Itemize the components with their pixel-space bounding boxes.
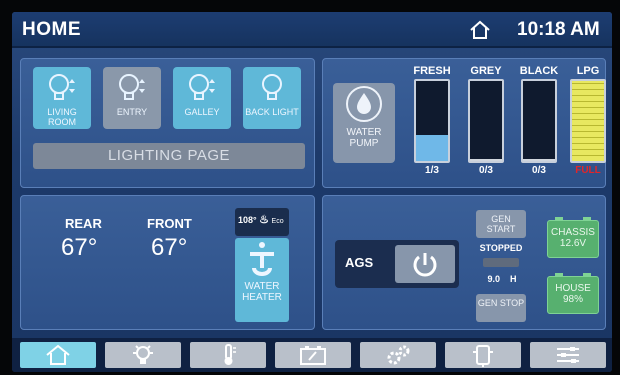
light-bulb-icon: [133, 345, 153, 364]
battery-icon: [300, 346, 326, 365]
tank-name: FRESH: [413, 65, 451, 77]
ags-control: AGS: [335, 240, 459, 288]
eco-icon: ♨: [259, 214, 270, 226]
nav-lighting[interactable]: [105, 342, 181, 368]
water-heater-button[interactable]: WATER HEATER: [235, 238, 289, 322]
water-heater-temp: 108°: [238, 215, 257, 225]
light-label: ENTRY: [116, 107, 148, 117]
light-button-galley[interactable]: GALLEY: [173, 67, 231, 129]
screen: HOME 10:18 AM LIVING ROOM ENTRY GALLEY B…: [12, 12, 612, 372]
nav-pump[interactable]: [445, 342, 521, 368]
rear-zone-label: REAR: [65, 216, 102, 231]
bottom-nav: [12, 338, 612, 372]
tank-gauge: [468, 79, 504, 163]
tank-lpg: LPG FULL: [567, 65, 609, 176]
tank-name: GREY: [470, 65, 502, 77]
light-bulb-icon: [119, 74, 145, 100]
ags-power-button[interactable]: [395, 245, 455, 283]
house-charge: 98%: [562, 294, 583, 305]
tank-gauge: [414, 79, 450, 163]
rear-temperature[interactable]: 67°: [61, 234, 97, 262]
chassis-voltage: 12.6V: [559, 238, 587, 249]
nav-climate[interactable]: [190, 342, 266, 368]
light-bulb-icon: [262, 74, 282, 100]
tank-level: 0/3: [479, 165, 493, 176]
house-label: HOUSE: [555, 283, 591, 294]
light-button-back-light[interactable]: BACK LIGHT: [243, 67, 301, 129]
front-temperature[interactable]: 67°: [151, 234, 187, 262]
light-label: GALLEY: [184, 107, 220, 117]
nav-home[interactable]: [20, 342, 96, 368]
water-heater-mode: Eco: [271, 218, 284, 225]
hours-unit: H: [510, 274, 517, 284]
house-battery: HOUSE 98%: [547, 273, 599, 314]
tank-gauge: [521, 79, 557, 163]
light-bulb-icon: [49, 74, 75, 100]
tanks-panel: WATER PUMP FRESH 1/3 GREY 0/3 BLACK 0/3 …: [322, 58, 606, 188]
tank-level: 0/3: [532, 165, 546, 176]
tank-level: FULL: [575, 165, 601, 176]
tank-name: LPG: [576, 65, 600, 77]
light-button-living-room[interactable]: LIVING ROOM: [33, 67, 91, 129]
home-icon[interactable]: [469, 20, 491, 40]
home-icon: [46, 344, 70, 365]
light-label: LIVING ROOM: [47, 107, 77, 127]
light-button-entry[interactable]: ENTRY: [103, 67, 161, 129]
water-heater-label: WATER HEATER: [242, 281, 282, 303]
chassis-battery: CHASSIS 12.6V: [547, 217, 599, 258]
climate-panel: REAR 67° FRONT 67° 108° ♨ Eco WATER HEAT…: [20, 195, 315, 330]
hours-value: 9.0: [487, 274, 500, 284]
light-label: BACK LIGHT: [245, 107, 299, 117]
generator-hours: 9.0 H: [473, 274, 531, 284]
water-heater-setting: 108° ♨ Eco: [235, 208, 289, 236]
tank-fresh: FRESH 1/3: [411, 65, 453, 176]
tank-fill: [572, 81, 604, 161]
tank-fill: [523, 158, 555, 161]
power-icon: [413, 253, 437, 277]
gears-icon: [387, 345, 410, 365]
light-bulb-icon: [189, 74, 215, 100]
thermometer-icon: [224, 344, 236, 365]
lighting-page-button[interactable]: LIGHTING PAGE: [33, 143, 305, 169]
tank-name: BLACK: [519, 65, 559, 77]
nav-devices[interactable]: [360, 342, 436, 368]
lighting-panel: LIVING ROOM ENTRY GALLEY BACK LIGHT LIGH…: [20, 58, 315, 188]
tank-level: 1/3: [425, 165, 439, 176]
nav-settings[interactable]: [530, 342, 606, 368]
page-title: HOME: [22, 19, 81, 40]
tank-grey: GREY 0/3: [465, 65, 507, 176]
settings-sliders-icon: [557, 347, 579, 363]
ags-label: AGS: [345, 255, 374, 270]
gen-stop-button[interactable]: GEN STOP: [476, 294, 526, 322]
tank-fill: [416, 134, 448, 161]
gen-start-button[interactable]: GEN START: [476, 210, 526, 238]
water-pump-label: WATER PUMP: [346, 127, 382, 149]
tank-fill: [470, 158, 502, 161]
water-pump-button[interactable]: WATER PUMP: [333, 83, 395, 163]
generator-panel: AGS GEN START STOPPED 9.0 H GEN STOP CHA…: [322, 195, 606, 330]
top-bar: HOME 10:18 AM: [12, 12, 612, 48]
front-zone-label: FRONT: [147, 216, 192, 231]
nav-power[interactable]: [275, 342, 351, 368]
pump-icon: [473, 345, 493, 367]
chassis-label: CHASSIS: [551, 227, 595, 238]
tank-gauge: [570, 79, 606, 163]
clock: 10:18 AM: [517, 19, 600, 40]
water-heater-icon: [250, 242, 274, 276]
tank-black: BLACK 0/3: [518, 65, 560, 176]
generator-status: STOPPED: [479, 243, 523, 253]
generator-hours-bar: [483, 258, 519, 267]
water-pump-icon: [346, 86, 382, 122]
